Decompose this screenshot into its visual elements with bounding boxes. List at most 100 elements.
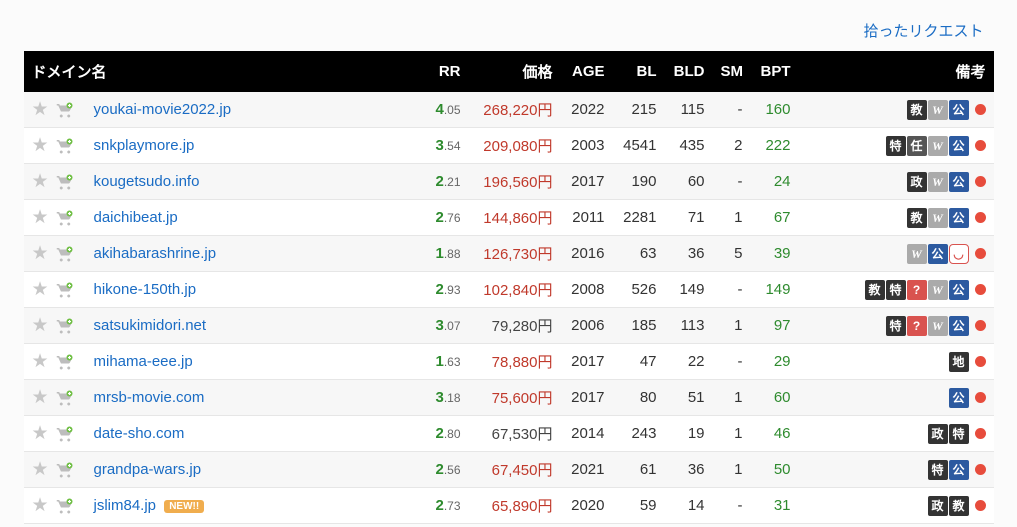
tag-pub-icon[interactable]: 公 [949,136,969,156]
tags-cell: 教特?W公 [799,272,994,308]
tag-pub-icon[interactable]: 公 [949,316,969,336]
bl-cell: 61 [613,452,665,488]
favorite-star-icon[interactable]: ★ [32,206,49,229]
tag-gov-icon[interactable]: 政 [928,496,948,516]
bld-cell: 60 [665,164,713,200]
th-domain[interactable]: ドメイン名 [24,51,427,92]
bpt-cell: 67 [751,200,799,236]
domain-link[interactable]: satsukimidori.net [94,317,207,334]
th-bl[interactable]: BL [613,51,665,92]
favorite-star-icon[interactable]: ★ [32,134,49,157]
rr-dec: .56 [444,463,461,477]
status-dot-icon [975,428,986,439]
th-age[interactable]: AGE [561,51,613,92]
add-cart-icon[interactable] [55,353,75,371]
tag-w-icon[interactable]: W [907,244,927,264]
rr-dec: .93 [444,283,461,297]
tag-pub-icon[interactable]: 公 [949,172,969,192]
rr-int: 2 [435,497,443,514]
tag-edu-icon[interactable]: 教 [907,100,927,120]
age-cell: 2021 [561,452,613,488]
tag-edu-icon[interactable]: 教 [865,280,885,300]
favorite-star-icon[interactable]: ★ [32,386,49,409]
domain-link[interactable]: mihama-eee.jp [94,353,193,370]
domain-link[interactable]: hikone-150th.jp [94,281,197,298]
domain-link[interactable]: grandpa-wars.jp [94,461,202,478]
add-cart-icon[interactable] [55,245,75,263]
tag-q-icon[interactable]: ? [907,316,927,336]
add-cart-icon[interactable] [55,317,75,335]
tag-w-icon[interactable]: W [928,208,948,228]
age-cell: 2008 [561,272,613,308]
tag-w-icon[interactable]: W [928,100,948,120]
th-bld[interactable]: BLD [665,51,713,92]
th-notes[interactable]: 備考 [799,51,994,92]
th-bpt[interactable]: BPT [751,51,799,92]
add-cart-icon[interactable] [55,137,75,155]
tag-poc-icon[interactable]: ◡ [949,244,969,264]
tag-sp-icon[interactable]: 特 [886,280,906,300]
table-row: ★ satsukimidori.net3.0779,280円2006185113… [24,308,994,344]
add-cart-icon[interactable] [55,389,75,407]
top-link[interactable]: 拾ったリクエスト [863,23,983,40]
favorite-star-icon[interactable]: ★ [32,242,49,265]
tag-edu-icon[interactable]: 教 [907,208,927,228]
bld-cell: 22 [665,344,713,380]
favorite-star-icon[interactable]: ★ [32,314,49,337]
table-row: ★ mihama-eee.jp1.6378,880円20174722-29地 [24,344,994,380]
tag-pub-icon[interactable]: 公 [949,460,969,480]
favorite-star-icon[interactable]: ★ [32,458,49,481]
tag-w-icon[interactable]: W [928,280,948,300]
tag-q-icon[interactable]: ? [907,280,927,300]
domain-link[interactable]: jslim84.jp [94,497,157,514]
tag-pub-icon[interactable]: 公 [949,100,969,120]
domain-link[interactable]: mrsb-movie.com [94,389,205,406]
tag-w-icon[interactable]: W [928,136,948,156]
price-cell: 144,860円 [469,200,561,236]
th-sm[interactable]: SM [713,51,751,92]
table-row: ★ date-sho.com2.8067,530円201424319146政特 [24,416,994,452]
add-cart-icon[interactable] [55,281,75,299]
domain-link[interactable]: date-sho.com [94,425,185,442]
domain-link[interactable]: snkplaymore.jp [94,137,195,154]
tag-edu-icon[interactable]: 教 [949,496,969,516]
add-cart-icon[interactable] [55,101,75,119]
tag-pub-icon[interactable]: 公 [949,388,969,408]
tag-pub-icon[interactable]: 公 [949,280,969,300]
domain-link[interactable]: akihabarashrine.jp [94,245,217,262]
bl-cell: 2281 [613,200,665,236]
favorite-star-icon[interactable]: ★ [32,494,49,517]
favorite-star-icon[interactable]: ★ [32,350,49,373]
th-rr[interactable]: RR [427,51,469,92]
domain-link[interactable]: kougetsudo.info [94,173,200,190]
tag-w-icon[interactable]: W [928,316,948,336]
tag-sp-icon[interactable]: 特 [928,460,948,480]
tag-lo-icon[interactable]: 地 [949,352,969,372]
tag-gov-icon[interactable]: 政 [928,424,948,444]
tag-sp-icon[interactable]: 特 [886,316,906,336]
tag-pub-icon[interactable]: 公 [949,208,969,228]
status-dot-icon [975,464,986,475]
add-cart-icon[interactable] [55,173,75,191]
tag-gov-icon[interactable]: 政 [907,172,927,192]
add-cart-icon[interactable] [55,209,75,227]
favorite-star-icon[interactable]: ★ [32,98,49,121]
add-cart-icon[interactable] [55,497,75,515]
tag-sp-icon[interactable]: 特 [949,424,969,444]
add-cart-icon[interactable] [55,461,75,479]
tag-sp-icon[interactable]: 特 [886,136,906,156]
tag-ap-icon[interactable]: 任 [907,136,927,156]
tag-pub-icon[interactable]: 公 [928,244,948,264]
tag-w-icon[interactable]: W [928,172,948,192]
bl-cell: 47 [613,344,665,380]
domain-link[interactable]: youkai-movie2022.jp [94,101,232,118]
sm-cell: 1 [713,200,751,236]
tags-cell: 教W公 [799,92,994,128]
th-price[interactable]: 価格 [469,51,561,92]
domain-link[interactable]: daichibeat.jp [94,209,178,226]
add-cart-icon[interactable] [55,425,75,443]
favorite-star-icon[interactable]: ★ [32,422,49,445]
favorite-star-icon[interactable]: ★ [32,278,49,301]
price-cell: 67,530円 [469,416,561,452]
favorite-star-icon[interactable]: ★ [32,170,49,193]
